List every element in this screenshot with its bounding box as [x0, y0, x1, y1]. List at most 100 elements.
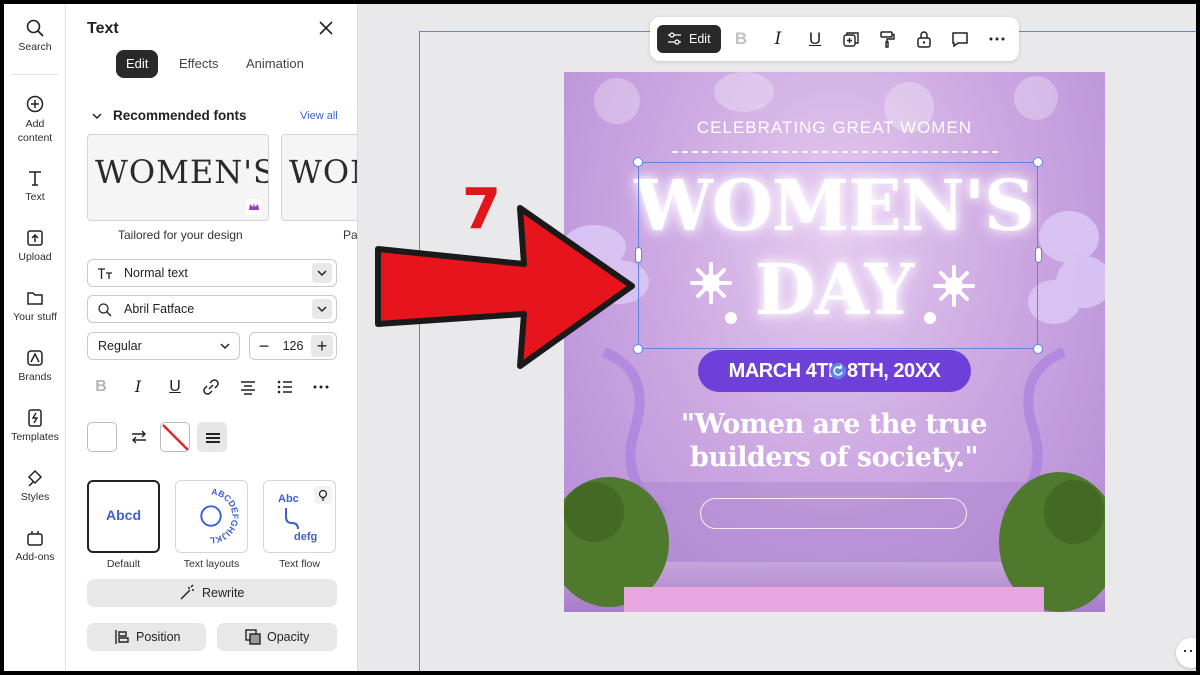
opacity-button[interactable]: Opacity — [217, 623, 337, 651]
font-sample: WOMEN'S D — [95, 153, 269, 191]
premium-crown-icon — [246, 199, 262, 215]
font-card-label: Tailored for your design — [118, 228, 243, 242]
preset-label: Text flow — [279, 558, 320, 570]
rail-label: Templates — [11, 431, 59, 443]
left-rail: Search Add content Text Upload Your stuf… — [4, 4, 66, 671]
swap-colors-icon[interactable] — [128, 426, 150, 448]
rail-item-search[interactable]: Search — [4, 18, 66, 53]
resize-handle-top-right[interactable] — [1033, 157, 1043, 167]
chevron-down-icon — [312, 263, 332, 283]
rewrite-button[interactable]: Rewrite — [87, 579, 337, 607]
stroke-weight-icon[interactable] — [197, 422, 227, 452]
rail-label: Your stuff — [13, 311, 57, 323]
font-family-dropdown[interactable]: Abril Fatface — [87, 295, 337, 323]
app-window: Search Add content Text Upload Your stuf… — [4, 4, 1196, 671]
rail-label: Text — [25, 191, 45, 203]
chevron-down-icon[interactable] — [91, 110, 103, 122]
rotate-handle-icon[interactable] — [830, 363, 846, 379]
more-options-icon[interactable] — [310, 376, 332, 398]
search-icon — [25, 18, 45, 38]
rail-item-templates[interactable]: Templates — [4, 408, 66, 443]
tab-effects[interactable]: Effects — [169, 50, 229, 78]
opacity-icon — [245, 629, 261, 645]
underline-button[interactable]: U — [803, 27, 827, 51]
tab-animation[interactable]: Animation — [236, 50, 314, 78]
comment-icon[interactable] — [948, 27, 972, 51]
flow-curve-icon — [285, 508, 299, 530]
preset-text-flow[interactable]: Abc defg — [263, 480, 336, 553]
link-icon[interactable] — [200, 376, 222, 398]
panel-title: Text — [87, 20, 119, 37]
close-icon[interactable] — [316, 18, 336, 38]
lock-icon[interactable] — [912, 27, 936, 51]
text-color-swatch[interactable] — [87, 422, 117, 452]
preset-label: Text layouts — [183, 558, 240, 570]
font-size-value[interactable]: 126 — [278, 339, 308, 353]
toolbar-edit-label: Edit — [689, 32, 711, 46]
position-button[interactable]: Position — [87, 623, 206, 651]
resize-handle-right[interactable] — [1035, 247, 1042, 263]
no-fill-swatch[interactable] — [160, 422, 190, 452]
svg-text:ABCDEFGHIJKL: ABCDEFGHIJKL — [209, 486, 241, 545]
resize-handle-left[interactable] — [635, 247, 642, 263]
align-center-icon[interactable] — [237, 376, 259, 398]
poster-headline[interactable]: CELEBRATING GREAT WOMEN — [564, 118, 1105, 138]
italic-button[interactable]: I — [127, 376, 149, 398]
position-label: Position — [136, 630, 181, 644]
add-content-icon — [25, 94, 45, 114]
view-all-link[interactable]: View all — [300, 110, 338, 122]
underline-button[interactable]: U — [164, 376, 186, 398]
rail-item-brands[interactable]: Brands — [4, 348, 66, 383]
sliders-icon — [668, 32, 681, 45]
brands-icon — [25, 348, 45, 368]
list-icon[interactable] — [274, 376, 296, 398]
preset-label: Default — [106, 558, 141, 570]
empty-text-box[interactable] — [700, 498, 967, 529]
bold-button[interactable]: B — [90, 376, 112, 398]
decrease-size-button[interactable]: − — [253, 335, 275, 357]
bold-button[interactable]: B — [729, 27, 753, 51]
font-size-stepper[interactable]: − 126 + — [249, 332, 337, 360]
selection-box[interactable] — [638, 162, 1038, 349]
add-ons-icon — [25, 528, 45, 548]
more-options-icon[interactable] — [985, 27, 1009, 51]
circular-text-icon: ABCDEFGHIJKL — [200, 486, 241, 546]
preset-preview-bottom: defg — [294, 531, 318, 543]
floating-toolbar: Edit B I U — [650, 17, 1019, 61]
search-icon — [98, 303, 112, 317]
font-card-label: Pa — [343, 228, 358, 242]
rail-item-add-ons[interactable]: Add-ons — [4, 528, 66, 563]
font-weight-dropdown[interactable]: Regular — [87, 332, 240, 360]
preset-preview: Abcd — [106, 507, 141, 523]
chevron-down-icon — [215, 336, 235, 356]
upload-icon — [25, 228, 45, 248]
increase-size-button[interactable]: + — [311, 335, 333, 357]
font-weight-value: Regular — [98, 339, 142, 353]
paint-roller-icon[interactable] — [875, 27, 899, 51]
annotation-step-number: 7 — [462, 177, 501, 242]
quote-line-1: "Women are the true — [681, 409, 987, 440]
resize-handle-bottom-right[interactable] — [1033, 344, 1043, 354]
templates-icon — [25, 408, 45, 428]
text-type-dropdown[interactable]: Normal text — [87, 259, 337, 287]
rail-item-text[interactable]: Text — [4, 168, 66, 203]
rail-label: Upload — [18, 251, 52, 263]
resize-handle-top-left[interactable] — [633, 157, 643, 167]
preset-text-layouts[interactable]: ABCDEFGHIJKL — [175, 480, 248, 553]
rail-label: Add content — [17, 118, 53, 144]
poster-quote[interactable]: "Women are the true builders of society.… — [644, 408, 1024, 474]
rail-item-upload[interactable]: Upload — [4, 228, 66, 263]
preset-default[interactable]: Abcd — [87, 480, 160, 553]
duplicate-icon[interactable] — [839, 27, 863, 51]
italic-button[interactable]: I — [766, 27, 790, 51]
opacity-label: Opacity — [267, 630, 310, 644]
styles-icon — [25, 468, 45, 488]
position-icon — [115, 630, 129, 644]
tab-edit[interactable]: Edit — [116, 50, 159, 78]
toolbar-edit-button[interactable]: Edit — [657, 25, 721, 53]
rail-item-styles[interactable]: Styles — [4, 468, 66, 503]
rail-item-your-stuff[interactable]: Your stuff — [4, 288, 66, 323]
font-card-tailored[interactable]: WOMEN'S D — [87, 134, 269, 221]
font-card-second[interactable]: WOM — [281, 134, 357, 221]
rail-item-add-content[interactable]: Add content — [4, 94, 66, 145]
